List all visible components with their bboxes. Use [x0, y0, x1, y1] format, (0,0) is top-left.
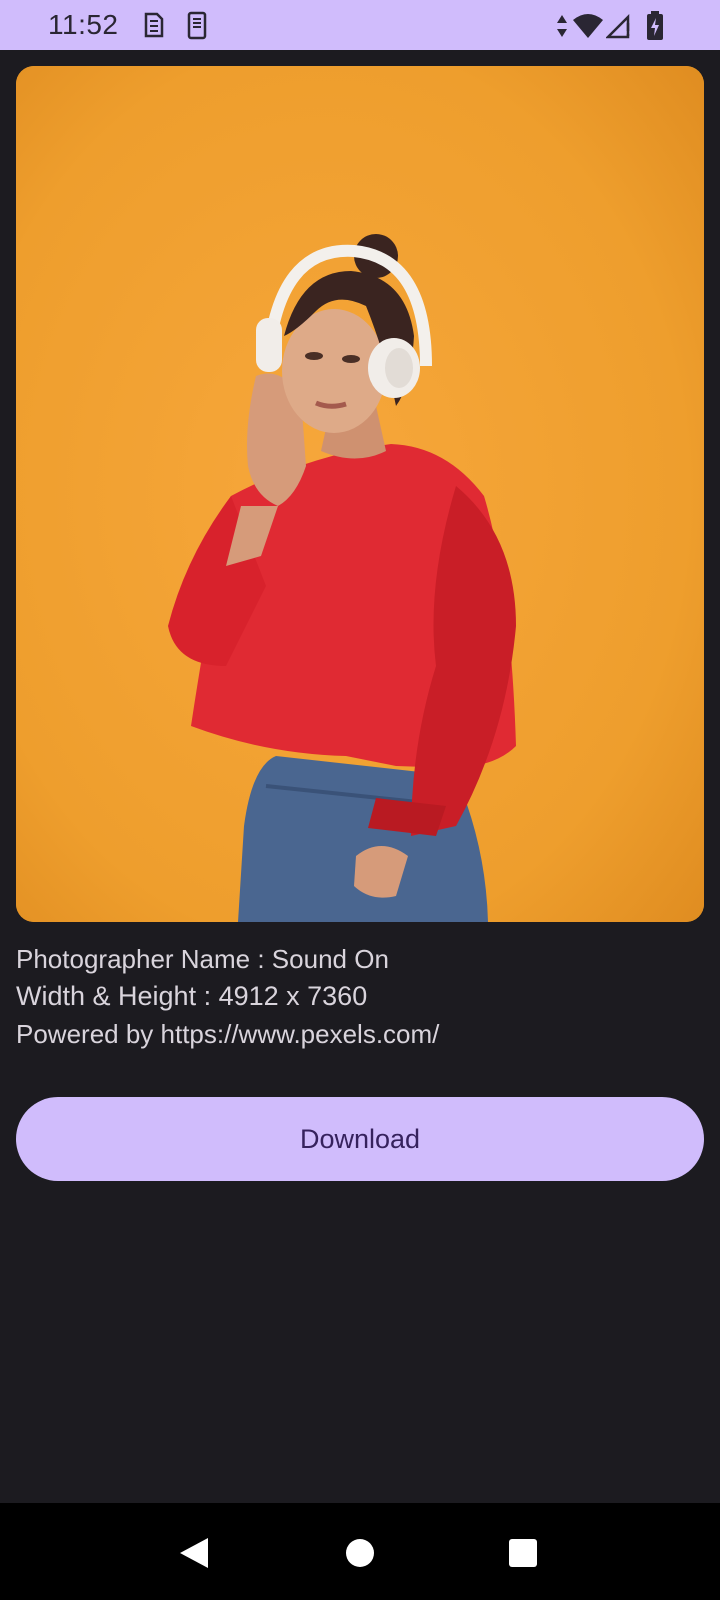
phone-storage-icon — [186, 10, 208, 45]
status-bar: 11:52 — [0, 0, 720, 50]
photo-image — [16, 66, 704, 922]
back-icon[interactable] — [172, 1531, 216, 1575]
sim-card-icon — [142, 10, 166, 45]
photo-card[interactable] — [16, 66, 704, 922]
battery-charging-icon — [646, 11, 664, 46]
status-time: 11:52 — [48, 9, 119, 40]
data-arrows-icon — [556, 14, 568, 43]
navigation-bar — [0, 1503, 720, 1600]
home-icon[interactable] — [338, 1531, 382, 1575]
wifi-icon — [572, 13, 604, 44]
recents-icon[interactable] — [501, 1531, 545, 1575]
signal-icon — [604, 13, 632, 44]
download-button[interactable]: Download — [16, 1097, 704, 1181]
image-dimensions: Width & Height : 4912 x 7360 — [16, 981, 368, 1011]
photographer-name: Photographer Name : Sound On — [16, 944, 389, 974]
powered-by-text: Powered by https://www.pexels.com/ — [16, 1019, 440, 1049]
